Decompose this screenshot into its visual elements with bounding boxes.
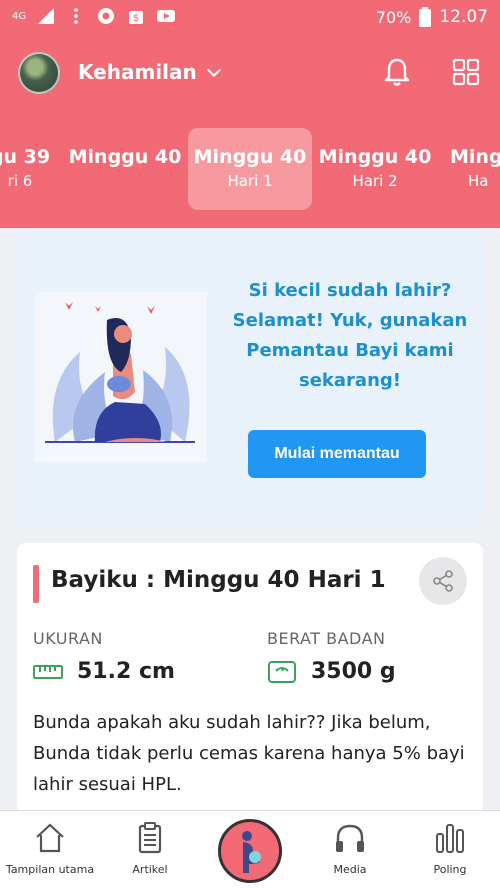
signal-icon bbox=[38, 8, 55, 24]
start-monitoring-button[interactable]: Mulai memantau bbox=[248, 430, 426, 478]
ruler-icon bbox=[33, 664, 63, 679]
nav-articles-label: Artikel bbox=[132, 863, 168, 876]
battery-percent: 70% bbox=[375, 7, 412, 27]
size-label: UKURAN bbox=[33, 629, 103, 648]
battery-icon bbox=[419, 7, 432, 27]
mother-and-baby-illustration bbox=[35, 292, 207, 462]
size-stat: 51.2 cm bbox=[33, 659, 175, 684]
week-tab[interactable]: Minggu 40 bbox=[66, 128, 184, 210]
app-header: Kehamilan bbox=[0, 36, 500, 114]
nav-pregnancy-center-button[interactable] bbox=[218, 819, 282, 883]
promo-message: Si kecil sudah lahir? Selamat! Yuk, guna… bbox=[232, 280, 468, 391]
bottom-nav: Tampilan utama Artikel Media Poling bbox=[0, 810, 500, 889]
svg-text:$: $ bbox=[133, 13, 139, 24]
title-accent-bar bbox=[33, 565, 39, 603]
baby-description: Bunda apakah aku sudah lahir?? Jika belu… bbox=[33, 712, 465, 795]
week-tab-week: Minggu 40 bbox=[318, 146, 432, 168]
weight-stat: 3500 g bbox=[267, 659, 396, 684]
youtube-icon bbox=[157, 10, 176, 22]
record-icon bbox=[98, 8, 115, 24]
week-tab-week: Mingg bbox=[450, 146, 500, 168]
baby-info-card: Bayiku : Minggu 40 Hari 1 UKURAN 51.2 cm… bbox=[17, 543, 483, 813]
week-tab[interactable]: Minggu 40 Hari 2 bbox=[316, 128, 434, 210]
size-value: 51.2 cm bbox=[77, 659, 175, 684]
nav-media[interactable]: Media bbox=[300, 821, 400, 876]
bell-icon[interactable] bbox=[382, 56, 412, 88]
nav-poll-label: Poling bbox=[433, 863, 467, 876]
week-tab[interactable]: Mingg Ha bbox=[440, 128, 500, 210]
nav-articles[interactable]: Artikel bbox=[100, 821, 200, 876]
share-button[interactable] bbox=[419, 557, 467, 605]
week-tab-week: gu 39 bbox=[0, 146, 51, 168]
week-tab-day: Hari 1 bbox=[227, 172, 273, 190]
scale-icon bbox=[268, 660, 296, 683]
pregnant-woman-icon bbox=[242, 831, 261, 873]
headphones-icon bbox=[336, 824, 364, 852]
shopping-bag-icon: $ bbox=[129, 11, 144, 24]
more-vertical-icon bbox=[74, 8, 78, 24]
week-tab-day: Ha bbox=[468, 172, 489, 190]
week-tab-selected[interactable]: Minggu 40 Hari 1 bbox=[188, 128, 312, 210]
grid-menu-icon[interactable] bbox=[452, 58, 480, 86]
mode-selector[interactable]: Kehamilan bbox=[78, 60, 223, 84]
nav-poll[interactable]: Poling bbox=[400, 821, 500, 876]
poll-chart-icon bbox=[436, 824, 464, 853]
week-tabs: gu 39 ri 6 Minggu 40 Minggu 40 Hari 1 Mi… bbox=[0, 114, 500, 228]
nav-home-label: Tampilan utama bbox=[5, 863, 95, 876]
week-tab-week: Minggu 40 bbox=[193, 146, 307, 168]
home-icon bbox=[36, 823, 64, 853]
week-tab[interactable]: gu 39 ri 6 bbox=[0, 128, 60, 210]
week-tab-day: ri 6 bbox=[7, 172, 33, 190]
nav-media-label: Media bbox=[333, 863, 367, 876]
status-left: 4G $ bbox=[12, 6, 176, 26]
status-bar: 4G $ 70% 12.07 bbox=[0, 0, 500, 36]
avatar[interactable] bbox=[18, 52, 60, 94]
article-icon bbox=[138, 822, 162, 854]
page-title: Kehamilan bbox=[78, 60, 197, 84]
weight-value: 3500 g bbox=[311, 659, 396, 684]
share-icon bbox=[433, 570, 453, 592]
card-title: Bayiku : Minggu 40 Hari 1 bbox=[51, 567, 386, 593]
baby-monitor-promo-card: Si kecil sudah lahir? Selamat! Yuk, guna… bbox=[17, 230, 483, 525]
network-label: 4G bbox=[12, 10, 27, 22]
clock: 12.07 bbox=[439, 7, 488, 27]
status-right: 70% 12.07 bbox=[376, 7, 488, 27]
week-tab-week: Minggu 40 bbox=[68, 146, 182, 168]
chevron-down-icon bbox=[206, 68, 221, 78]
week-tab-day: Hari 2 bbox=[352, 172, 398, 190]
nav-home[interactable]: Tampilan utama bbox=[0, 821, 100, 876]
weight-label: BERAT BADAN bbox=[267, 629, 386, 648]
